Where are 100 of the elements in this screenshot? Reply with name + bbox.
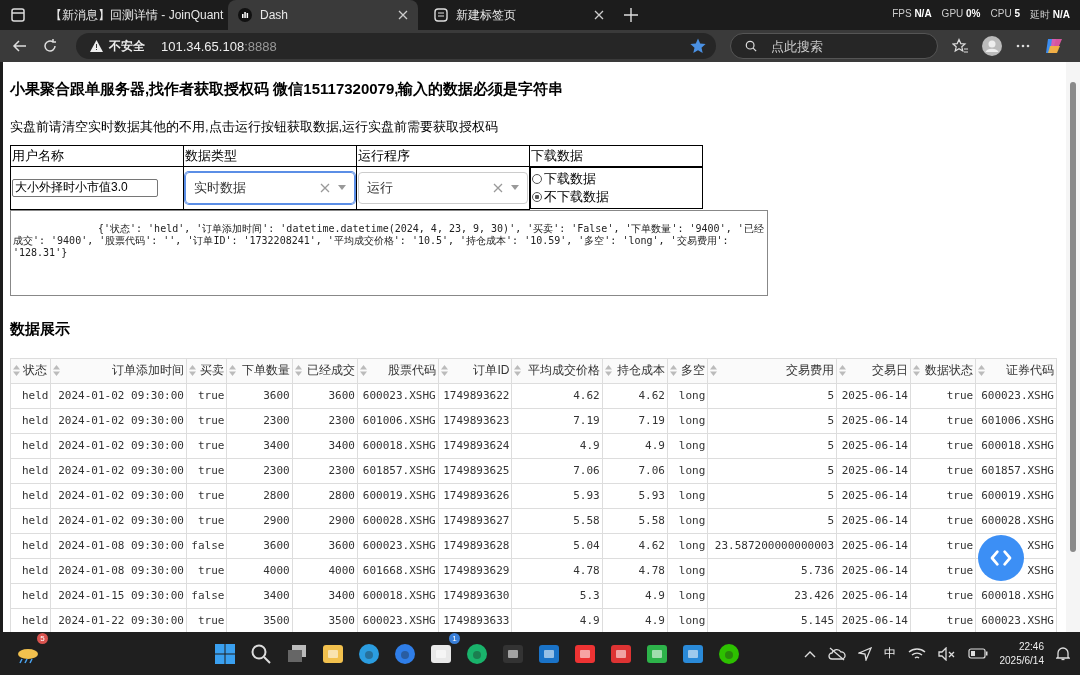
app-icon[interactable] xyxy=(610,642,632,665)
code-editor-icon[interactable] xyxy=(682,642,704,665)
performance-stat: FPS N/A xyxy=(892,8,932,21)
search-field[interactable]: 点此搜索 xyxy=(769,37,923,55)
input-method-indicator[interactable]: 中 xyxy=(883,645,896,662)
column-header[interactable]: 交易费用 xyxy=(707,358,837,383)
column-header[interactable]: 股票代码 xyxy=(357,358,439,383)
table-cell: 601006.XSHG xyxy=(981,414,1054,427)
browser-tab[interactable]: 【新消息】回测详情 - JoinQuant xyxy=(32,0,222,30)
table-cell: true xyxy=(197,614,225,627)
chat-icon[interactable] xyxy=(718,642,740,665)
browser-icon[interactable] xyxy=(394,642,416,665)
table-cell: held xyxy=(21,614,49,627)
cube-icon[interactable] xyxy=(502,642,524,665)
table-cell: true xyxy=(946,514,974,527)
table-cell: held xyxy=(21,514,49,527)
table-cell: true xyxy=(197,389,225,402)
table-cell: 5.3 xyxy=(579,589,600,602)
performance-stat: 延时 N/A xyxy=(1030,8,1070,22)
column-header[interactable]: 下单数量 xyxy=(226,358,293,383)
muted-speaker-icon[interactable] xyxy=(937,646,956,661)
table-cell: 3400 xyxy=(263,439,290,452)
column-header[interactable]: 买卖 xyxy=(186,358,227,383)
table-cell: 5 xyxy=(827,414,835,427)
search-bar[interactable]: 点此搜索 xyxy=(730,33,938,59)
store-icon[interactable] xyxy=(430,642,452,665)
browser-tab[interactable]: Dash xyxy=(228,0,418,30)
data-type-dropdown[interactable]: 实时数据 xyxy=(185,171,355,204)
assistant-icon[interactable] xyxy=(1044,36,1064,56)
close-icon[interactable] xyxy=(594,10,604,20)
battery-icon[interactable] xyxy=(967,648,988,659)
table-cell: 600019.XSHG xyxy=(981,489,1054,502)
column-header[interactable]: 数据状态 xyxy=(910,358,976,383)
screen-icon[interactable] xyxy=(646,642,668,665)
column-header[interactable]: 订单ID xyxy=(438,358,512,383)
chevron-up-icon[interactable] xyxy=(803,649,816,658)
column-header[interactable]: 持仓成本 xyxy=(602,358,668,383)
column-header[interactable]: 订单添加时间 xyxy=(50,358,187,383)
table-cell: 4.9 xyxy=(645,589,665,602)
table-cell: 600018.XSHG xyxy=(981,439,1054,452)
avatar-icon[interactable] xyxy=(982,36,1002,56)
table-cell: 2025-06-14 xyxy=(841,464,908,477)
tab-actions-icon[interactable] xyxy=(10,7,26,23)
table-cell: 2024-01-02 09:30:00 xyxy=(58,464,184,477)
folder-icon[interactable] xyxy=(322,642,344,665)
table-cell: 601857.XSHG xyxy=(981,464,1054,477)
mail-icon[interactable] xyxy=(538,642,560,665)
table-cell: 1749893626 xyxy=(443,489,510,502)
section-title: 数据展示 xyxy=(10,319,71,339)
table-cell: held xyxy=(21,414,49,427)
column-header[interactable]: 状态 xyxy=(10,358,51,383)
table-cell: true xyxy=(946,489,974,502)
clock[interactable]: 22:46 2025/6/14 xyxy=(999,639,1044,668)
shopping-bag-icon[interactable] xyxy=(466,642,488,665)
wifi-icon[interactable] xyxy=(907,647,926,660)
address-bar[interactable]: 不安全 101.34.65.108:8888 xyxy=(76,33,716,59)
table-cell: 2025-06-14 xyxy=(841,539,908,552)
header-label: 下单数量 xyxy=(241,362,290,379)
office-icon[interactable] xyxy=(574,642,596,665)
output-text-area[interactable]: {'状态': 'held', '订单添加时间': 'datetime.datetime(2024, 4, 23, 9, 30)', '买卖': 'False', '下单数量': '9400', '已经成交': '9400', '股票代码': '', '订单ID': '1732208241', '平均成交价格': '10.5', '持仓成本': '10.59', '多空': 'long', '交易费用': '128.31'} xyxy=(10,209,768,296)
back-icon[interactable] xyxy=(12,38,28,54)
table-cell: true xyxy=(946,439,974,452)
column-header[interactable]: 交易日 xyxy=(836,358,911,383)
program-dropdown[interactable]: 运行 xyxy=(358,171,528,204)
header-label: 订单添加时间 xyxy=(112,362,184,379)
table-cell: 601006.XSHG xyxy=(362,414,436,427)
reload-icon[interactable] xyxy=(42,38,58,54)
table-cell: 1749893630 xyxy=(443,589,510,602)
table-cell: true xyxy=(197,414,225,427)
new-tab-icon[interactable] xyxy=(624,8,638,22)
close-icon[interactable] xyxy=(398,10,408,20)
bell-icon[interactable] xyxy=(1056,646,1070,661)
more-icon[interactable] xyxy=(1016,44,1030,48)
task-view-icon[interactable] xyxy=(286,642,308,665)
cloud-icon[interactable] xyxy=(827,646,846,661)
page-title: 小果聚合跟单服务器,找作者获取授权码 微信15117320079,输入的数据必须是字符串 xyxy=(10,80,565,99)
table-cell: 3600 xyxy=(328,539,355,552)
search-icon[interactable] xyxy=(250,642,272,665)
code-view-button[interactable] xyxy=(978,534,1025,581)
clear-icon[interactable] xyxy=(320,182,330,193)
table-cell: false xyxy=(191,539,225,552)
scrollbar[interactable] xyxy=(1066,62,1080,632)
windows-icon[interactable] xyxy=(214,642,236,665)
column-header[interactable]: 证券代码 xyxy=(975,358,1057,383)
star-icon[interactable] xyxy=(690,38,706,54)
browser-tab[interactable]: 新建标签页 xyxy=(424,0,614,30)
column-header[interactable]: 多空 xyxy=(667,358,708,383)
location-icon[interactable] xyxy=(857,646,872,661)
column-header[interactable]: 已经成交 xyxy=(292,358,358,383)
column-header[interactable]: 平均成交价格 xyxy=(512,358,603,383)
search-icon xyxy=(745,39,757,53)
radio-button[interactable] xyxy=(532,192,542,202)
favorites-icon[interactable] xyxy=(952,38,968,54)
browser-icon[interactable] xyxy=(358,642,380,665)
user-name-field[interactable]: 大小外择时小市值3.0 xyxy=(12,178,158,197)
form-header: 数据类型 xyxy=(183,145,357,167)
table-cell: 5.58 xyxy=(638,514,665,527)
table-cell: 5.93 xyxy=(638,489,665,502)
clear-icon[interactable] xyxy=(493,182,503,193)
table-cell: 2024-01-02 09:30:00 xyxy=(58,489,184,502)
